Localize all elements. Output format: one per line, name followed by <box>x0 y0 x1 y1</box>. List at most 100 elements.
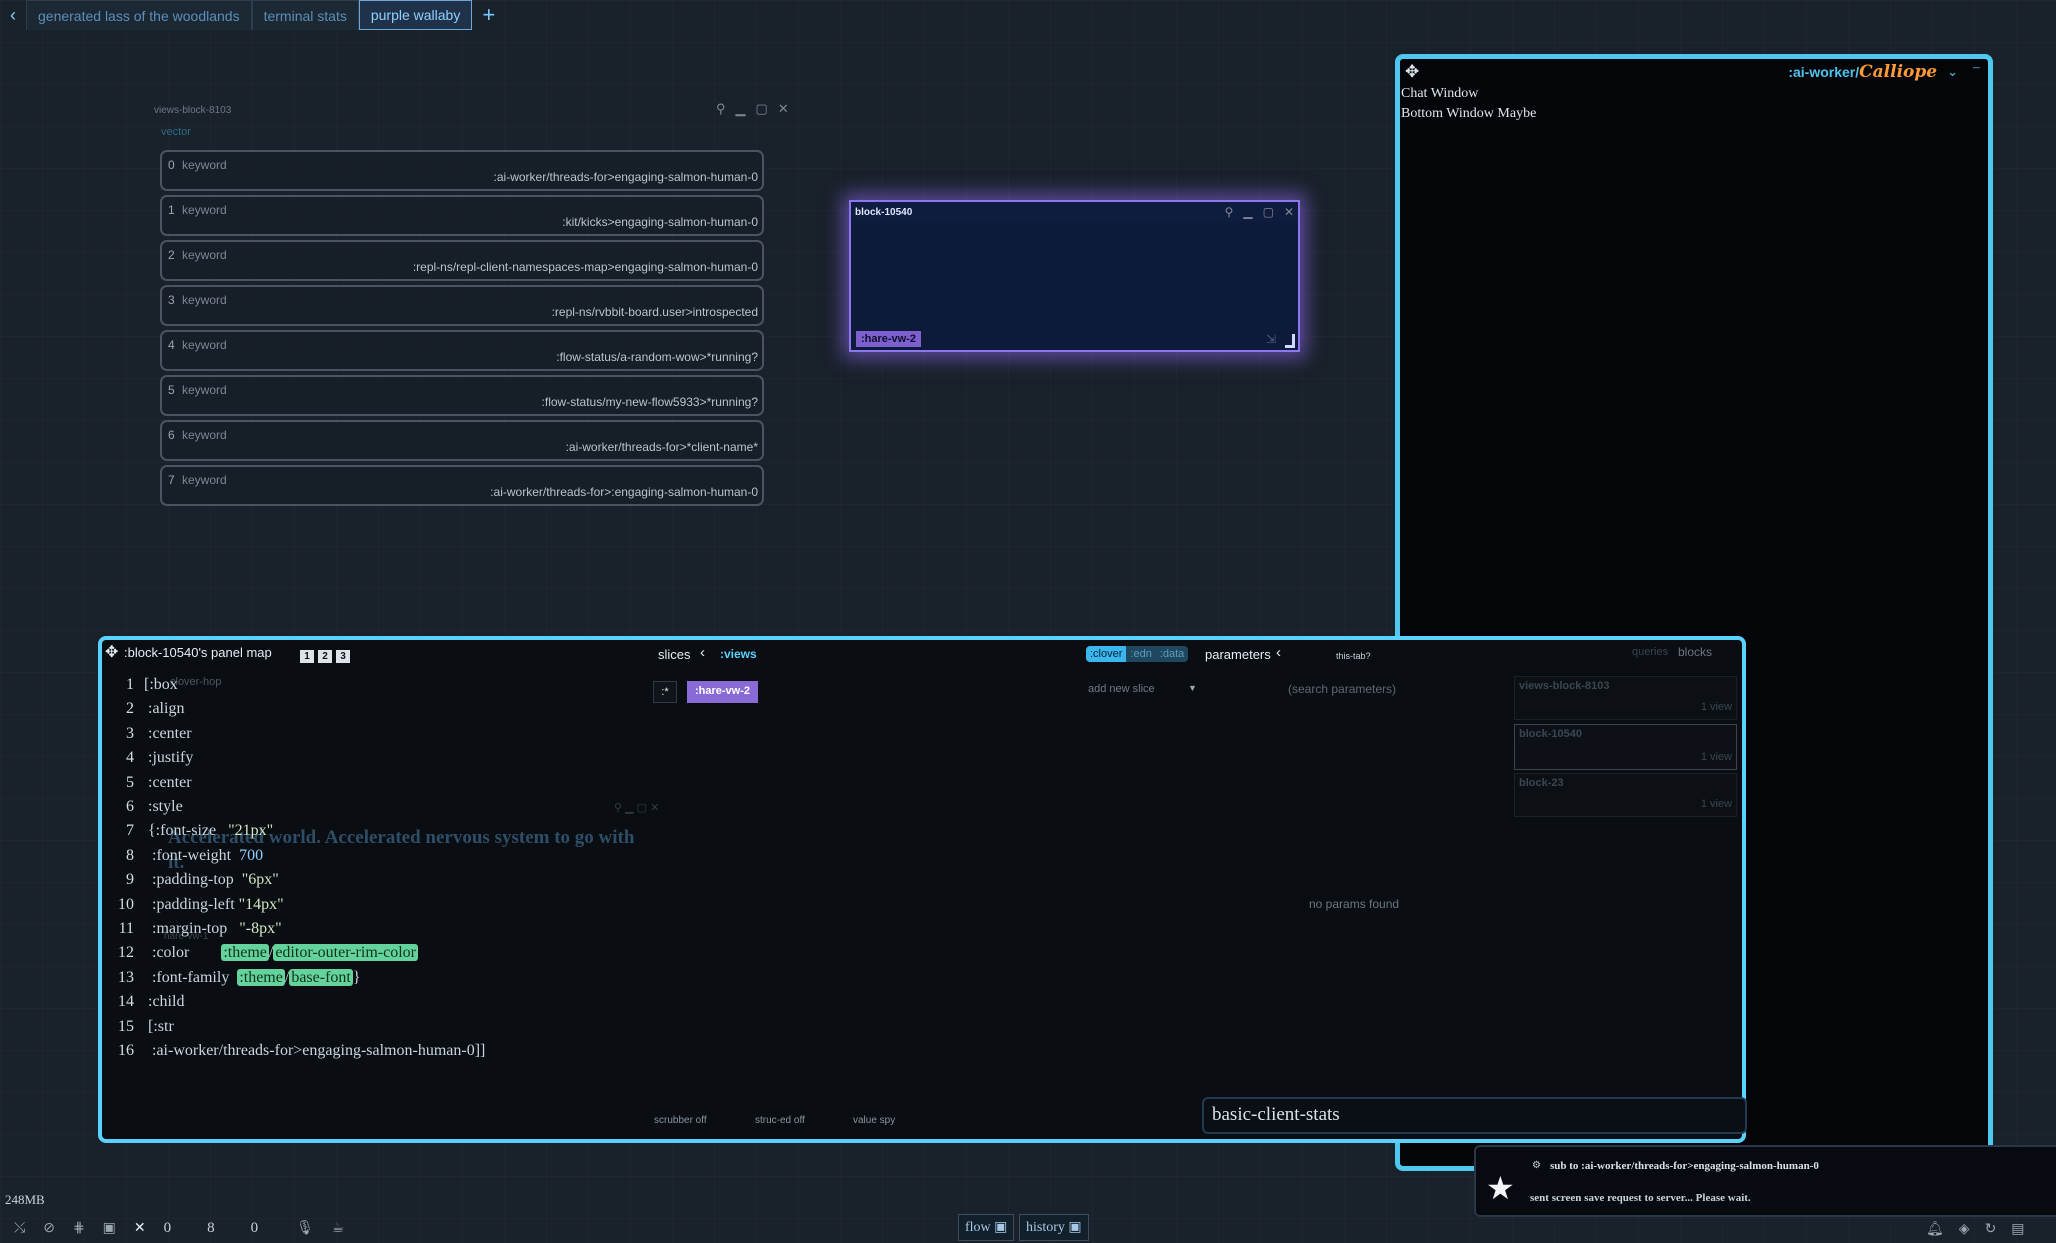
close-icon[interactable]: ✕ <box>134 1220 146 1237</box>
item-type: keyword <box>182 293 227 307</box>
add-slice-select[interactable]: add new slice <box>1088 683 1155 695</box>
item-type: keyword <box>182 383 227 397</box>
list-item[interactable]: 1 keyword :kit/kicks>engaging-salmon-hum… <box>160 195 764 236</box>
this-tab-toggle[interactable]: this-tab? <box>1336 651 1371 661</box>
code-line[interactable]: 11 :margin-top "-8px" <box>102 920 282 944</box>
flow-button[interactable]: flow ▣ <box>958 1214 1015 1241</box>
mode-clover[interactable]: :clover <box>1086 646 1127 662</box>
code-line[interactable]: 7 {:font-size "21px" <box>102 822 273 846</box>
drag-handle-icon[interactable]: ✥ <box>105 642 118 662</box>
list-item[interactable]: 6 keyword :ai-worker/threads-for>*client… <box>160 420 764 461</box>
code-token: :center <box>144 724 192 742</box>
block-list-item[interactable]: block-10540 1 view <box>1514 724 1737 770</box>
pin-icon[interactable]: ⚲ <box>716 101 726 117</box>
notification-toast[interactable]: ★ ⚙ sub to :ai-worker/threads-for>engagi… <box>1474 1145 2056 1217</box>
block-views: 1 view <box>1700 798 1732 810</box>
link-off-icon[interactable]: ⤯ <box>14 1221 25 1237</box>
code-line[interactable]: 4 :justify <box>102 749 193 773</box>
expand-icon[interactable]: ⇲ <box>1266 332 1276 346</box>
slices-label: slices <box>658 647 691 662</box>
list-item[interactable]: 4 keyword :flow-status/a-random-wow>*run… <box>160 330 764 371</box>
maximize-icon[interactable]: ▢ <box>756 101 768 117</box>
code-line[interactable]: 13 :font-family :theme / base-font} <box>102 968 361 993</box>
search-parameters-input[interactable]: (search parameters) <box>1288 682 1396 696</box>
bell-icon[interactable]: 🔔︎ <box>1926 1221 1944 1238</box>
window-header[interactable]: block-10540 ⚲ ▁ ▢ ✕ <box>851 202 1298 222</box>
grid-off-icon[interactable]: ⋕ <box>73 1220 85 1237</box>
tab-generated-lass[interactable]: generated lass of the woodlands <box>26 0 252 30</box>
close-icon[interactable]: ✕ <box>778 101 789 117</box>
minimize-icon[interactable]: ▁ <box>1243 205 1252 219</box>
history-icon: ▣ <box>1068 1220 1082 1235</box>
layers-icon[interactable]: ◈ <box>1959 1221 1970 1238</box>
basic-client-stats-bar[interactable]: basic-client-stats <box>1202 1097 1747 1134</box>
list-item[interactable]: 7 keyword :ai-worker/threads-for>:engagi… <box>160 465 764 506</box>
tab-purple-wallaby[interactable]: purple wallaby <box>358 0 473 30</box>
code-token: [:box <box>144 676 178 693</box>
code-line[interactable]: 12 :color :theme / editor-outer-rim-color <box>102 944 418 968</box>
code-line[interactable]: 6 :style <box>102 798 183 822</box>
notification-message: sent screen save request to server... Pl… <box>1530 1192 1751 1204</box>
code-line[interactable]: 1 [:box <box>102 676 178 700</box>
microphone-icon[interactable]: 🎙︎ <box>296 1220 314 1237</box>
save-icon[interactable]: ▤ <box>2011 1221 2024 1238</box>
chevron-down-icon[interactable]: ⌄ <box>1947 64 1958 80</box>
num-button-1[interactable]: 1 <box>300 650 314 663</box>
code-line[interactable]: 16 :ai-worker/threads-for>engaging-salmo… <box>102 1042 485 1066</box>
chevron-left-icon[interactable]: ‹ <box>700 644 705 661</box>
code-line[interactable]: 2 :align <box>102 700 184 724</box>
code-line[interactable]: 8 :font-weight 700 <box>102 847 263 871</box>
code-line[interactable]: 9 :padding-top "6px" <box>102 871 279 895</box>
code-token: base-font <box>289 968 353 986</box>
code-line[interactable]: 5 :center <box>102 774 192 798</box>
code-line[interactable]: 10 :padding-left "14px" <box>102 896 284 920</box>
close-icon[interactable]: ✕ <box>1284 205 1294 219</box>
panel-map-window[interactable]: ✥ :block-10540's panel map 123 slices ‹ … <box>98 636 1746 1143</box>
view-tag[interactable]: :hare-vw-2 <box>856 331 922 347</box>
slice-star-button[interactable]: :* <box>653 681 677 703</box>
minimize-icon[interactable]: – <box>1973 60 1980 76</box>
title-prefix: :ai-worker/ <box>1788 64 1860 80</box>
num-button-2[interactable]: 2 <box>318 650 332 663</box>
value-spy-toggle[interactable]: value spy <box>853 1115 895 1126</box>
back-chevron-icon[interactable]: ‹ <box>0 0 26 30</box>
scrubber-toggle[interactable]: scrubber off <box>654 1115 707 1126</box>
add-tab-plus-icon[interactable]: + <box>472 0 505 30</box>
refresh-icon[interactable]: ↻ <box>1985 1221 1997 1238</box>
code-line[interactable]: 14 :child <box>102 993 184 1017</box>
code-line[interactable]: 15 [:str <box>102 1018 174 1042</box>
window-controls: ⚲ ▁ ▢ ✕ <box>1225 205 1294 219</box>
code-line[interactable]: 3 :center <box>102 725 192 749</box>
queries-tab[interactable]: queries <box>1632 646 1668 658</box>
pin-icon[interactable]: ⚲ <box>1225 205 1234 219</box>
tab-terminal-stats[interactable]: terminal stats <box>251 0 359 30</box>
views-label[interactable]: :views <box>720 647 757 661</box>
blocks-tab[interactable]: blocks <box>1678 645 1712 659</box>
mode-data[interactable]: :data <box>1155 646 1189 662</box>
item-value: :repl-ns/repl-client-namespaces-map>enga… <box>412 260 758 274</box>
block-10540-window[interactable]: block-10540 ⚲ ▁ ▢ ✕ :hare-vw-2 ⇲ <box>849 200 1300 352</box>
struc-ed-toggle[interactable]: struc-ed off <box>755 1115 805 1126</box>
coffee-icon[interactable]: ☕︎ <box>332 1220 345 1237</box>
slice-hare-vw-2[interactable]: :hare-vw-2 <box>687 681 759 703</box>
line-number: 15 <box>118 1017 134 1035</box>
list-item[interactable]: 2 keyword :repl-ns/repl-client-namespace… <box>160 240 764 281</box>
eye-off-icon[interactable]: ⊘ <box>43 1220 55 1237</box>
resize-handle[interactable] <box>1285 334 1295 348</box>
list-item[interactable]: 3 keyword :repl-ns/rvbbit-board.user>int… <box>160 285 764 326</box>
item-value: :kit/kicks>engaging-salmon-human-0 <box>562 215 758 229</box>
block-list-item[interactable]: block-23 1 view <box>1514 773 1737 817</box>
list-item[interactable]: 5 keyword :flow-status/my-new-flow5933>*… <box>160 375 764 416</box>
drag-handle-icon[interactable]: ✥ <box>1405 62 1419 82</box>
history-button[interactable]: history ▣ <box>1019 1214 1089 1241</box>
code-editor[interactable]: 1 [:box 2 :align 3 :center 4 :justify 5 :cent… <box>102 676 662 1076</box>
num-button-3[interactable]: 3 <box>336 650 350 663</box>
chevron-down-icon[interactable]: ▼ <box>1188 683 1197 693</box>
block-list-item[interactable]: views-block-8103 1 view <box>1514 676 1737 720</box>
list-item[interactable]: 0 keyword :ai-worker/threads-for>engagin… <box>160 150 764 191</box>
minimize-icon[interactable]: ▁ <box>736 101 746 117</box>
maximize-icon[interactable]: ▢ <box>1263 205 1274 219</box>
chevron-left-icon[interactable]: ‹ <box>1276 644 1281 661</box>
mode-edn[interactable]: :edn <box>1126 646 1156 662</box>
image-icon[interactable]: ▣ <box>103 1220 116 1237</box>
